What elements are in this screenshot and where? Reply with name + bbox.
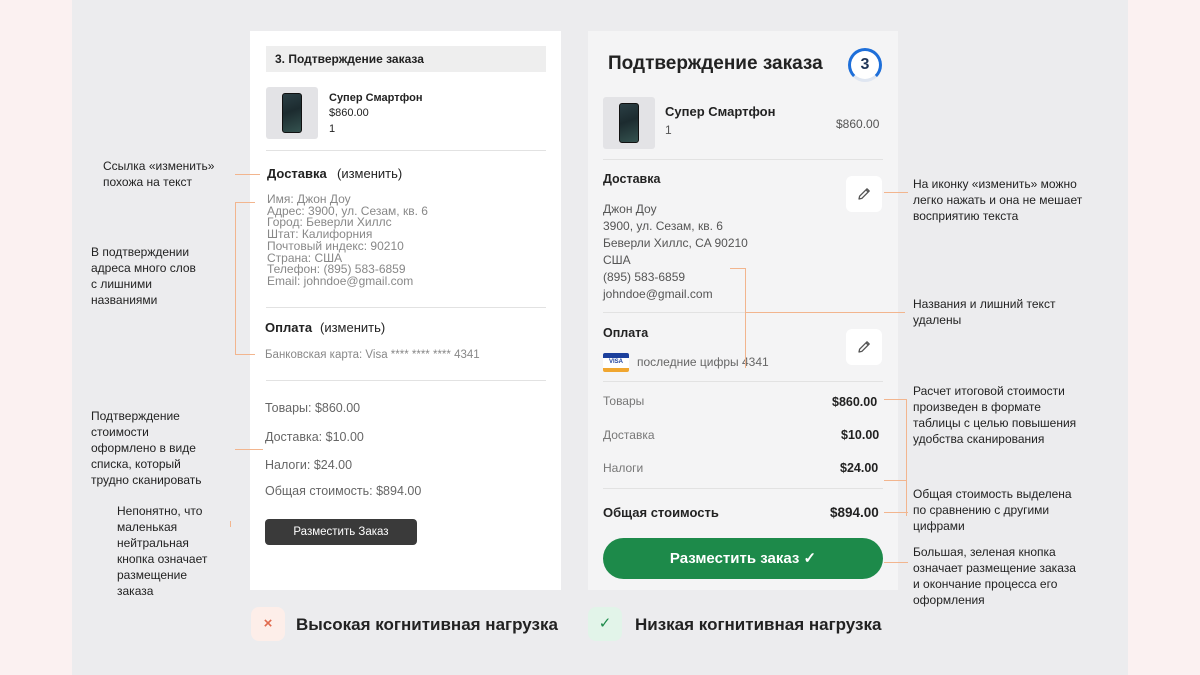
- card-line: Банковская карта: Visa **** **** **** 43…: [265, 349, 480, 361]
- subtotal-label: Товары: [603, 394, 645, 408]
- note-table: Расчет итоговой стоимости произведен в ф…: [913, 384, 1077, 446]
- subtotal-line: Товары: $860.00: [265, 401, 361, 415]
- connector-line: [884, 399, 906, 400]
- connector-line: [745, 312, 905, 313]
- grand-total-label: Общая стоимость: [603, 505, 719, 520]
- checkout-title: Подтверждение заказа: [608, 53, 823, 74]
- cross-icon: ×: [251, 607, 285, 641]
- delivery-title: Доставка: [267, 166, 327, 181]
- note-button: Непонятно, что маленькая нейтральная кно…: [117, 504, 208, 598]
- place-order-button[interactable]: Разместить Заказ: [265, 519, 417, 545]
- product-qty: 1: [329, 123, 336, 135]
- pencil-icon: [858, 341, 870, 353]
- product-thumbnail: [266, 87, 318, 139]
- product-price: $860.00: [329, 107, 369, 119]
- address-block: Имя: Джон Доу Адрес: 3900, ул. Сезам, кв…: [267, 193, 428, 288]
- address-line: johndoe@gmail.com: [603, 287, 713, 301]
- divider: [603, 159, 883, 160]
- step-header: 3. Подтверждение заказа: [266, 46, 546, 72]
- note-edit-icon: На иконку «изменить» можно легко нажать …: [913, 177, 1083, 223]
- note-total: Общая стоимость выделена по сравнению с …: [913, 487, 1072, 533]
- divider: [266, 150, 546, 151]
- phone-image-icon: [282, 93, 302, 133]
- connector-line: [745, 268, 746, 368]
- product-name: Супер Смартфон: [665, 104, 776, 119]
- address-line: США: [603, 253, 631, 267]
- connector-line: [906, 399, 907, 516]
- place-order-label: Разместить заказ: [669, 550, 800, 567]
- tax-value: $24.00: [840, 461, 879, 475]
- delivery-edit-link[interactable]: (изменить): [337, 166, 402, 181]
- connector-line: [884, 562, 908, 563]
- note-removed-text: Названия и лишний текст удалены: [913, 297, 1056, 327]
- caption-low-load: Низкая когнитивная нагрузка: [635, 615, 882, 634]
- shipping-value: $10.00: [841, 428, 880, 442]
- delivery-title: Доставка: [603, 172, 661, 186]
- phone-image-icon: [619, 103, 639, 143]
- address-line: Беверли Хиллс, CA 90210: [603, 236, 748, 250]
- connector-line: [230, 521, 231, 527]
- note-button: Большая, зеленая кнопка означает размеще…: [913, 545, 1076, 607]
- connector-line: [235, 202, 236, 354]
- product-price: $860.00: [836, 117, 880, 131]
- payment-edit-link[interactable]: (изменить): [320, 320, 385, 335]
- product-thumbnail: [603, 97, 655, 149]
- payment-title: Оплата: [265, 320, 313, 335]
- address-line: 3900, ул. Сезам, кв. 6: [603, 219, 723, 233]
- connector-line: [235, 354, 255, 355]
- total-line: Общая стоимость: $894.00: [265, 484, 422, 498]
- high-load-checkout: 3. Подтверждение заказа Супер Смартфон $…: [250, 31, 561, 590]
- subtotal-value: $860.00: [832, 395, 878, 409]
- card-line: последние цифры 4341: [637, 355, 769, 369]
- payment-title: Оплата: [603, 326, 649, 340]
- product-name: Супер Смартфон: [329, 92, 423, 104]
- visa-card-icon: VISA: [603, 353, 629, 372]
- address-block: Джон Доу 3900, ул. Сезам, кв. 6 Беверли …: [603, 201, 748, 303]
- divider: [603, 488, 883, 489]
- connector-line: [235, 449, 263, 450]
- note-list: Подтверждение стоимости оформлено в виде…: [91, 409, 202, 487]
- address-line: Джон Доу: [603, 202, 657, 216]
- tax-label: Налоги: [603, 461, 644, 475]
- step-indicator: 3: [848, 48, 882, 82]
- note-address: В подтверждении адреса много слов с лишн…: [91, 245, 196, 307]
- tax-line: Налоги: $24.00: [265, 458, 353, 472]
- connector-line: [884, 192, 908, 193]
- edit-delivery-button[interactable]: [846, 176, 882, 212]
- address-line: (895) 583-6859: [603, 270, 686, 284]
- edit-payment-button[interactable]: [846, 329, 882, 365]
- grand-total-value: $894.00: [830, 505, 879, 520]
- checkmark-icon: ✓: [803, 550, 817, 567]
- connector-line: [884, 512, 908, 513]
- place-order-button[interactable]: Разместить заказ ✓: [603, 538, 883, 579]
- connector-line: [730, 268, 745, 269]
- product-qty: 1: [665, 123, 672, 137]
- divider: [266, 380, 546, 381]
- shipping-label: Доставка: [603, 428, 655, 442]
- check-icon: ✓: [588, 607, 622, 641]
- divider: [603, 381, 883, 382]
- pencil-icon: [858, 188, 870, 200]
- connector-line: [235, 174, 260, 175]
- address-line: Email: johndoe@gmail.com: [267, 273, 414, 288]
- caption-high-load: Высокая когнитивная нагрузка: [296, 615, 558, 634]
- shipping-line: Доставка: $10.00: [265, 430, 364, 444]
- note-edit-link: Ссылка «изменить» похожа на текст: [103, 159, 215, 189]
- connector-line: [884, 480, 906, 481]
- divider: [266, 307, 546, 308]
- connector-line: [235, 202, 255, 203]
